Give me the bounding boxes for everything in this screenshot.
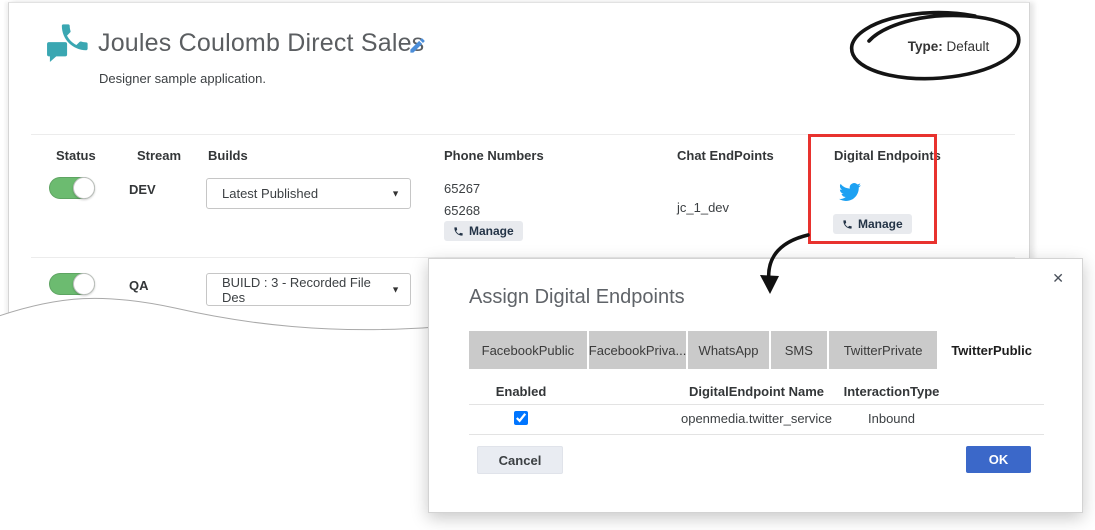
tab-twitterprivate[interactable]: TwitterPrivate — [828, 331, 938, 369]
interaction-type-value: Inbound — [868, 411, 915, 426]
col-header-phone-numbers: Phone Numbers — [444, 148, 544, 163]
tab-whatsapp[interactable]: WhatsApp — [688, 331, 769, 369]
cancel-button[interactable]: Cancel — [477, 446, 563, 474]
tab-facebookprivate[interactable]: FacebookPriva... — [588, 331, 687, 369]
col-header-chat-endpoints: Chat EndPoints — [677, 148, 774, 163]
app-type-value: Default — [946, 39, 990, 54]
tab-twitterpublic[interactable]: TwitterPublic — [939, 331, 1044, 369]
modal-col-header-enabled: Enabled — [495, 384, 547, 399]
ok-button[interactable]: OK — [966, 446, 1031, 473]
screenshot-stage: Joules Coulomb Direct Sales Designer sam… — [0, 0, 1095, 530]
close-icon[interactable]: ✕ — [1052, 270, 1064, 287]
chevron-down-icon: ▼ — [391, 188, 400, 199]
edit-title-icon[interactable] — [408, 36, 427, 55]
phone-icon — [454, 226, 463, 236]
modal-table-divider — [469, 434, 1044, 435]
phone-manage-button[interactable]: Manage — [444, 221, 523, 241]
dev-status-toggle[interactable] — [49, 177, 95, 199]
app-type-text: Type: Default — [861, 39, 1036, 54]
phone-chat-app-icon — [46, 24, 88, 65]
col-header-status: Status — [56, 148, 96, 163]
phone-manage-label: Manage — [469, 224, 514, 238]
phone-number: 65268 — [444, 203, 481, 218]
tab-sms[interactable]: SMS — [770, 331, 827, 369]
digital-endpoints-highlight-box — [808, 134, 937, 244]
modal-col-header-interactiontype: InteractionType — [843, 384, 940, 399]
chevron-down-icon: ▼ — [391, 284, 400, 295]
dialog-title: Assign Digital Endpoints — [469, 286, 685, 308]
chat-endpoint-value: jc_1_dev — [677, 200, 730, 215]
enabled-checkbox[interactable] — [514, 411, 528, 425]
phone-number: 65267 — [444, 181, 481, 196]
col-header-builds: Builds — [208, 148, 248, 163]
page-subtitle: Designer sample application. — [99, 71, 266, 86]
qa-build-selected: BUILD : 3 - Recorded File Des — [222, 274, 371, 305]
stream-name-dev: DEV — [129, 182, 156, 197]
modal-table-divider — [469, 404, 1044, 405]
qa-build-dropdown[interactable]: BUILD : 3 - Recorded File Des ▼ — [206, 273, 411, 306]
toggle-knob — [73, 273, 95, 295]
enabled-checkbox-cell — [469, 411, 573, 430]
dev-build-dropdown[interactable]: Latest Published ▼ — [206, 178, 411, 209]
page-title: Joules Coulomb Direct Sales — [98, 29, 425, 57]
assign-digital-endpoints-dialog: ✕ Assign Digital Endpoints FacebookPubli… — [428, 258, 1083, 513]
stream-name-qa: QA — [129, 278, 149, 293]
endpoint-tabs: FacebookPublic FacebookPriva... WhatsApp… — [469, 331, 1044, 369]
qa-status-toggle[interactable] — [49, 273, 95, 295]
tab-facebookpublic[interactable]: FacebookPublic — [469, 331, 587, 369]
dev-build-selected: Latest Published — [222, 186, 319, 201]
app-type-label: Type: — [907, 39, 943, 54]
col-header-stream: Stream — [137, 148, 182, 163]
toggle-knob — [73, 177, 95, 199]
